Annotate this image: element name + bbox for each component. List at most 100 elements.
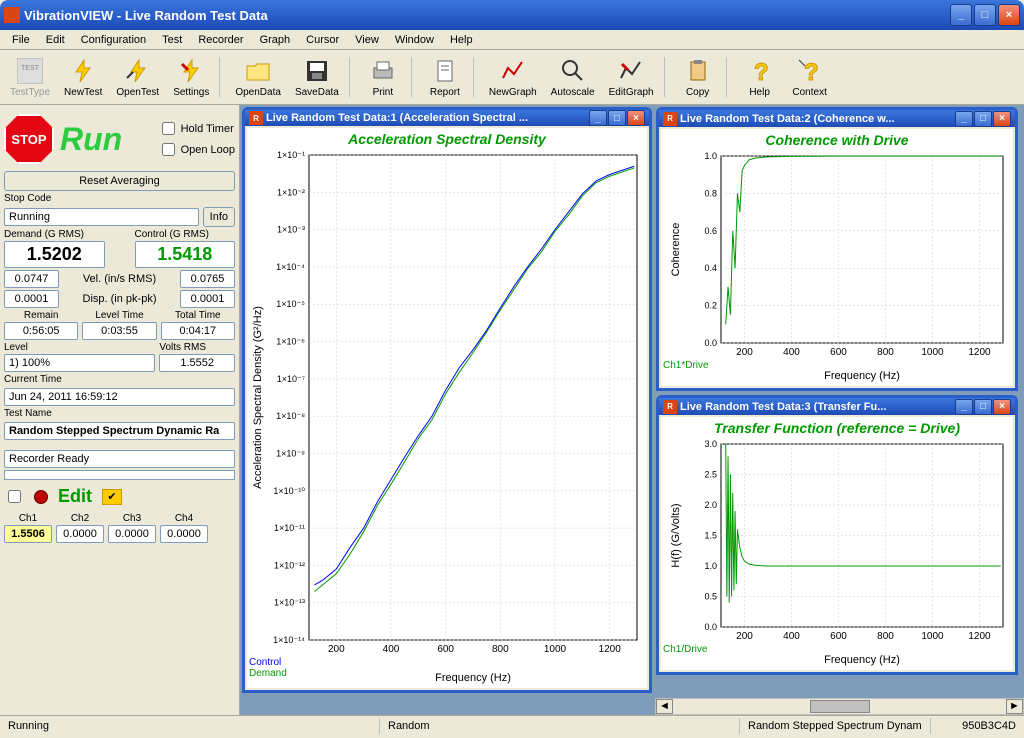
volts-label: Volts RMS (159, 342, 235, 353)
mdi-area: R Live Random Test Data:1 (Acceleration … (240, 105, 1024, 715)
help-button[interactable]: ?Help (736, 55, 784, 100)
child3-close[interactable]: × (993, 399, 1011, 415)
remain-label: Remain (4, 310, 78, 321)
svg-text:1×10⁻¹: 1×10⁻¹ (277, 150, 305, 160)
open-loop-checkbox[interactable] (162, 143, 175, 156)
edit-button[interactable]: Edit (58, 486, 92, 507)
svg-text:1000: 1000 (544, 644, 567, 655)
testtype-button[interactable]: TESTTestType (4, 55, 56, 100)
menu-test[interactable]: Test (154, 32, 190, 48)
child2-max[interactable]: □ (974, 111, 992, 127)
status-code: 950B3C4D (954, 718, 1024, 734)
menu-recorder[interactable]: Recorder (190, 32, 251, 48)
child1-max[interactable]: □ (608, 110, 626, 126)
ch3-label: Ch3 (123, 513, 141, 524)
copy-button[interactable]: Copy (674, 55, 722, 100)
menu-file[interactable]: File (4, 32, 38, 48)
child3-max[interactable]: □ (974, 399, 992, 415)
svg-text:1×10⁻⁴: 1×10⁻⁴ (276, 262, 305, 272)
svg-text:0.0: 0.0 (704, 622, 717, 632)
svg-text:0.6: 0.6 (704, 226, 717, 236)
menu-edit[interactable]: Edit (38, 32, 73, 48)
disp-demand: 0.0001 (4, 290, 59, 308)
reset-averaging-button[interactable]: Reset Averaging (4, 171, 235, 191)
close-button[interactable]: × (998, 4, 1020, 26)
scroll-thumb[interactable] (810, 700, 870, 713)
check-icon[interactable]: ✔ (102, 489, 122, 505)
svg-text:600: 600 (830, 347, 847, 358)
menu-bar: File Edit Configuration Test Recorder Gr… (0, 30, 1024, 50)
opendata-button[interactable]: OpenData (229, 55, 287, 100)
chart3-title: Transfer Function (reference = Drive) (661, 417, 1013, 439)
stop-button[interactable]: STOP (4, 114, 54, 164)
status-test: Random Stepped Spectrum Dynam (740, 718, 931, 734)
hold-timer-checkbox[interactable] (162, 122, 175, 135)
svg-text:1×10⁻¹³: 1×10⁻¹³ (274, 598, 305, 608)
svg-text:200: 200 (736, 347, 753, 358)
clipboard-icon (684, 57, 712, 85)
stop-code-label: Stop Code (4, 193, 235, 204)
horizontal-scrollbar[interactable]: ◄ ► (655, 698, 1024, 715)
level-value: 1) 100% (4, 354, 155, 372)
floppy-icon (303, 57, 331, 85)
edit-graph-icon (617, 57, 645, 85)
newgraph-button[interactable]: NewGraph (483, 55, 543, 100)
magnifier-icon (559, 57, 587, 85)
scroll-left[interactable]: ◄ (656, 699, 673, 714)
svg-text:2.5: 2.5 (704, 470, 717, 480)
newtest-button[interactable]: NewTest (58, 55, 108, 100)
menu-window[interactable]: Window (387, 32, 442, 48)
info-button[interactable]: Info (203, 207, 235, 227)
svg-text:1.5: 1.5 (704, 531, 717, 541)
child2-min[interactable]: _ (955, 111, 973, 127)
settings-button[interactable]: Settings (167, 55, 215, 100)
svg-text:1200: 1200 (968, 347, 991, 358)
svg-text:200: 200 (328, 644, 345, 655)
child3-min[interactable]: _ (955, 399, 973, 415)
svg-text:Frequency (Hz): Frequency (Hz) (824, 654, 900, 666)
savedata-button[interactable]: SaveData (289, 55, 345, 100)
context-help-icon: ? (796, 57, 824, 85)
svg-text:1×10⁻⁷: 1×10⁻⁷ (277, 374, 305, 384)
ch2-label: Ch2 (71, 513, 89, 524)
run-button[interactable]: Run (60, 121, 122, 158)
chart1-svg: 200400600800100012001×10⁻¹⁴1×10⁻¹³1×10⁻¹… (247, 150, 647, 685)
report-button[interactable]: Report (421, 55, 469, 100)
chart-window-3: R Live Random Test Data:3 (Transfer Fu..… (656, 395, 1018, 675)
child2-close[interactable]: × (993, 111, 1011, 127)
progress-bar (4, 470, 235, 480)
totaltime-value: 0:04:17 (161, 322, 235, 340)
svg-text:Frequency (Hz): Frequency (Hz) (435, 672, 511, 684)
status-bar: Running Random Random Stepped Spectrum D… (0, 715, 1024, 735)
menu-view[interactable]: View (347, 32, 387, 48)
menu-help[interactable]: Help (442, 32, 481, 48)
svg-text:H(f) (G/Volts): H(f) (G/Volts) (670, 503, 682, 567)
print-button[interactable]: Print (359, 55, 407, 100)
svg-text:400: 400 (383, 644, 400, 655)
autoscale-button[interactable]: Autoscale (545, 55, 601, 100)
graph-icon (499, 57, 527, 85)
child1-close[interactable]: × (627, 110, 645, 126)
scroll-right[interactable]: ► (1006, 699, 1023, 714)
child1-min[interactable]: _ (589, 110, 607, 126)
recorder-checkbox[interactable] (8, 490, 21, 503)
svg-text:1000: 1000 (921, 347, 944, 358)
status-left: Running (0, 718, 380, 734)
svg-text:Ch1*Drive: Ch1*Drive (663, 360, 709, 371)
maximize-button[interactable]: □ (974, 4, 996, 26)
minimize-button[interactable]: _ (950, 4, 972, 26)
menu-configuration[interactable]: Configuration (73, 32, 154, 48)
chart1-body[interactable]: Acceleration Spectral Density 2004006008… (247, 128, 647, 688)
svg-text:0.0: 0.0 (704, 338, 717, 348)
chart3-body[interactable]: Transfer Function (reference = Drive) 20… (661, 417, 1013, 670)
menu-graph[interactable]: Graph (252, 32, 299, 48)
opentest-button[interactable]: OpenTest (110, 55, 165, 100)
chart2-body[interactable]: Coherence with Drive 2004006008001000120… (661, 129, 1013, 386)
menu-cursor[interactable]: Cursor (298, 32, 347, 48)
document-icon (431, 57, 459, 85)
svg-text:TEST: TEST (21, 65, 40, 72)
editgraph-button[interactable]: EditGraph (603, 55, 660, 100)
context-button[interactable]: ?Context (786, 55, 834, 100)
chart-window-2: R Live Random Test Data:2 (Coherence w..… (656, 107, 1018, 391)
record-icon[interactable] (34, 490, 48, 504)
